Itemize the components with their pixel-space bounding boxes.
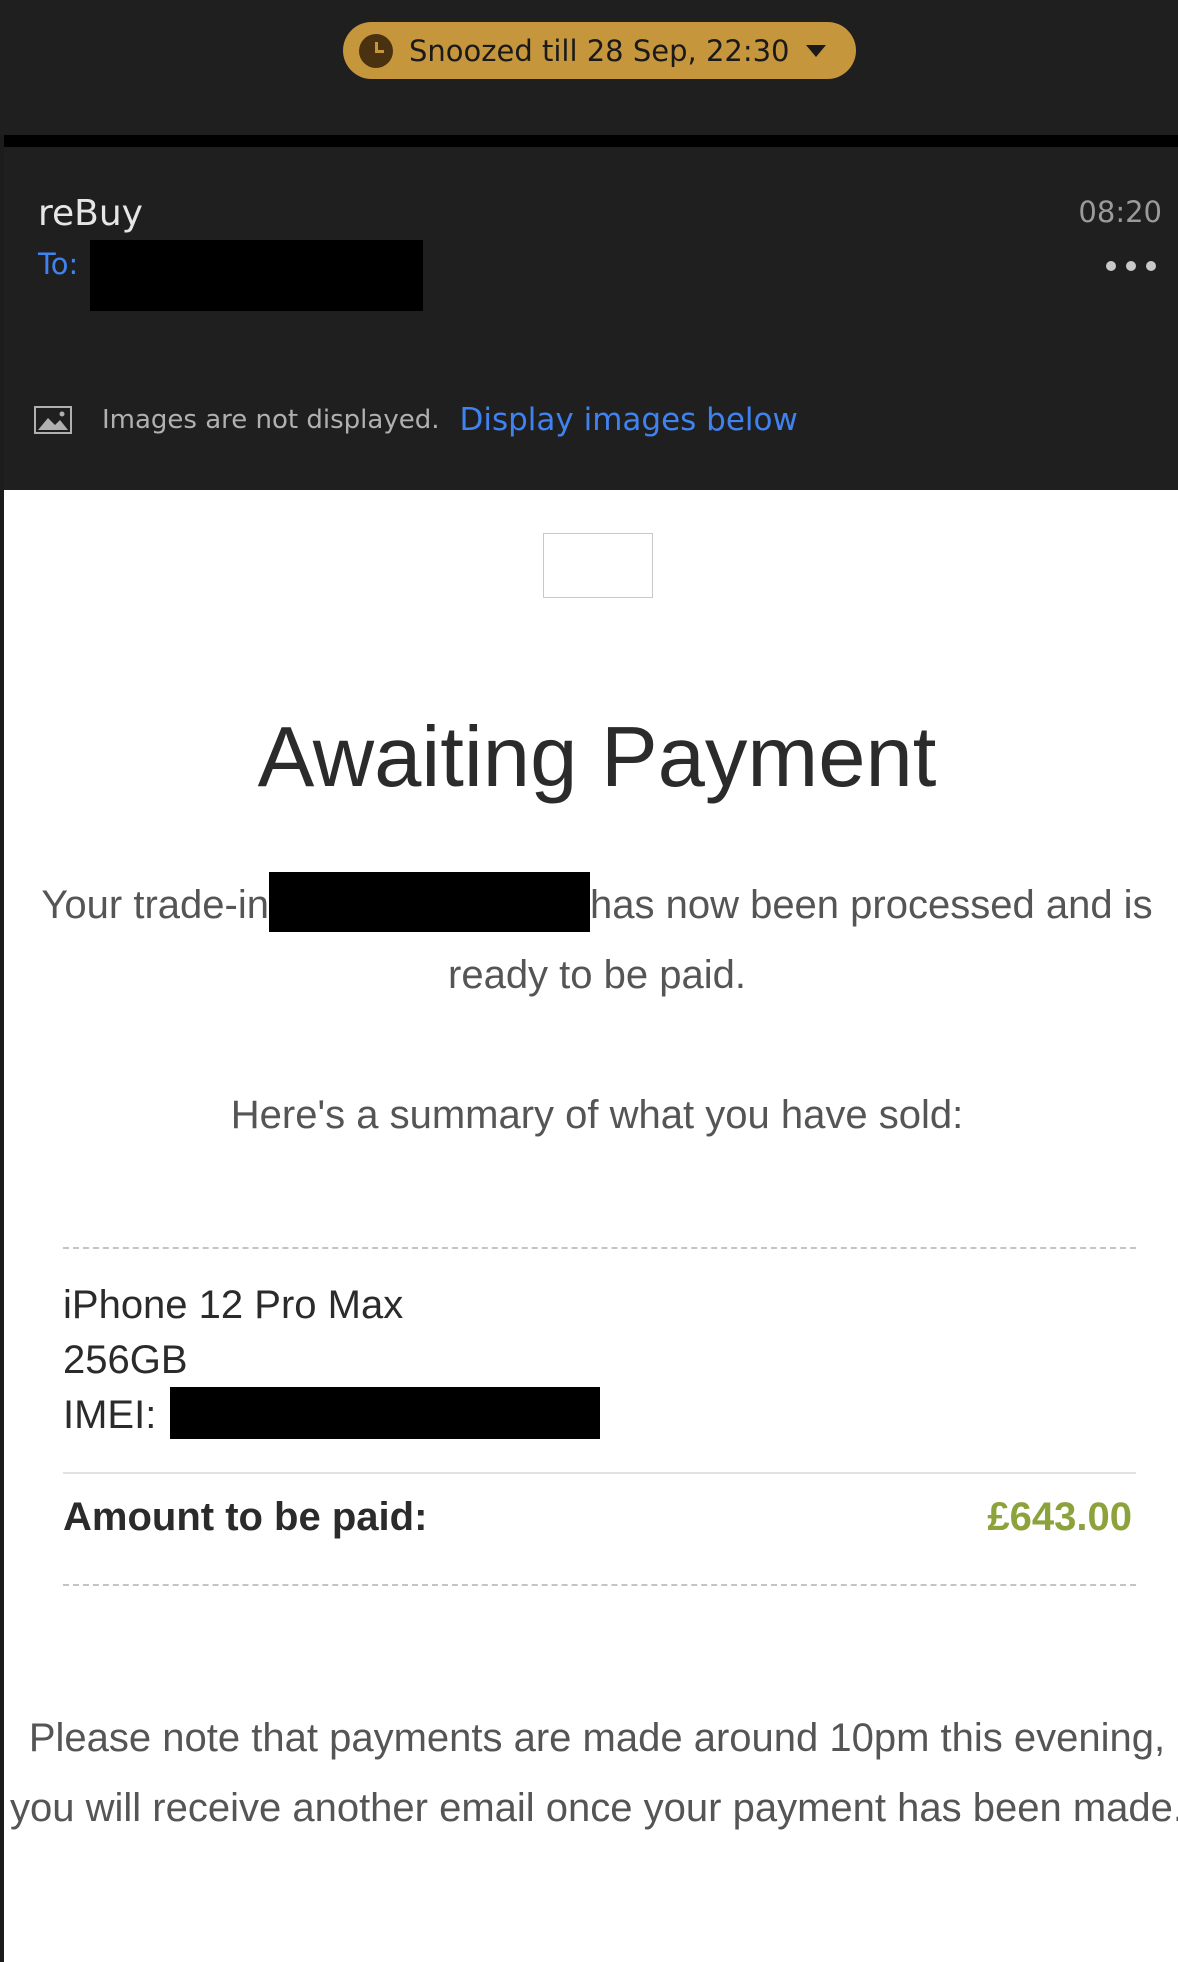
email-header: reBuy To: 08:20 Images are not displayed… [4, 147, 1178, 490]
item-name: iPhone 12 Pro Max [63, 1283, 404, 1327]
more-icon[interactable] [1106, 261, 1156, 271]
recipient-redaction [90, 240, 423, 311]
images-notice: Images are not displayed. Display images… [34, 402, 798, 438]
top-bar: Snoozed till 28 Sep, 22:30 [0, 0, 1178, 135]
images-notice-text: Images are not displayed. [102, 405, 440, 435]
trade-in-redaction [268, 872, 590, 932]
imei-redaction [170, 1387, 600, 1439]
to-label[interactable]: To: [38, 247, 78, 281]
received-time: 08:20 [1078, 195, 1162, 229]
amount-value: £643.00 [987, 1495, 1132, 1539]
intro-part-1: Your trade-in [41, 883, 269, 927]
snooze-label: Snoozed till 28 Sep, 22:30 [409, 33, 790, 68]
item-capacity: 256GB [63, 1338, 188, 1382]
amount-label: Amount to be paid: [63, 1495, 428, 1539]
intro-text: Your trade-in has now been processed and … [4, 870, 1178, 1010]
header-divider [4, 135, 1178, 147]
email-body: Awaiting Payment Your trade-in has now be… [4, 490, 1178, 1962]
dashed-divider-top [63, 1247, 1136, 1249]
page-title: Awaiting Payment [257, 710, 937, 805]
display-images-link[interactable]: Display images below [459, 402, 797, 438]
dashed-divider-bottom [63, 1584, 1136, 1586]
image-icon [34, 406, 72, 434]
payment-note-text: Please note that payments are made aroun… [10, 1716, 1178, 1830]
logo-placeholder [543, 533, 653, 598]
imei-label: IMEI: [63, 1393, 157, 1437]
clock-icon [359, 33, 393, 68]
item-divider [63, 1472, 1136, 1474]
snooze-button[interactable]: Snoozed till 28 Sep, 22:30 [343, 22, 856, 79]
summary-heading: Here's a summary of what you have sold: [230, 1093, 964, 1137]
payment-note: Please note that payments are made aroun… [4, 1703, 1178, 1843]
sender-name[interactable]: reBuy [38, 193, 143, 234]
caret-down-icon [805, 44, 826, 57]
